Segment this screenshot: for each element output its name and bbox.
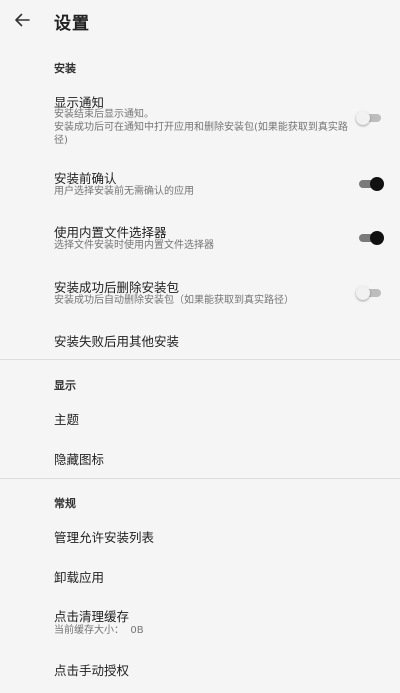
setting-theme[interactable]: 主题 [0, 400, 400, 434]
section-divider [0, 359, 400, 360]
setting-title: 隐藏图标 [54, 452, 105, 467]
toggle-thumb [356, 111, 370, 125]
setting-title: 点击手动授权 [54, 663, 130, 678]
setting-hide-icon[interactable]: 隐藏图标 [0, 440, 400, 474]
section-divider [0, 478, 400, 479]
setting-show-notification[interactable]: 显示通知 安装结束后显示通知。 安装成功后可在通知中打开应用和删除安装包(如果能… [0, 86, 400, 152]
setting-manual-authorize[interactable]: 点击手动授权 [0, 652, 400, 686]
section-header-install: 安装 [54, 62, 76, 75]
delete-after-install-toggle[interactable] [356, 284, 386, 302]
setting-clear-cache[interactable]: 点击清理缓存 当前缓存大小： 0B [0, 600, 400, 644]
show-notification-toggle[interactable] [356, 109, 386, 127]
setting-confirm-before-install[interactable]: 安装前确认 用户选择安装前无需确认的应用 [0, 162, 400, 204]
section-header-general: 常规 [54, 497, 76, 510]
app-bar: 设置 [0, 0, 400, 42]
setting-summary: 选择文件安装时使用内置文件选择器 [54, 240, 214, 251]
setting-title: 管理允许安装列表 [54, 530, 155, 545]
setting-summary: 安装成功后自动删除安装包（如果能获取到真实路径） [54, 295, 294, 306]
setting-title: 主题 [54, 412, 80, 427]
toggle-thumb [370, 177, 384, 191]
section-header-display: 显示 [54, 379, 76, 392]
page-title: 设置 [54, 14, 90, 34]
setting-title: 安装失败后用其他安装 [54, 334, 180, 349]
setting-summary: 安装结束后显示通知。 安装成功后可在通知中打开应用和删除安装包(如果能获取到真实… [54, 109, 348, 146]
toggle-thumb [370, 231, 384, 245]
setting-uninstall[interactable]: 卸载应用 [0, 559, 400, 593]
cache-size-summary: 当前缓存大小： 0B [54, 625, 144, 636]
back-button[interactable] [10, 8, 34, 32]
setting-fallback-installer[interactable]: 安装失败后用其他安装 [0, 324, 400, 356]
setting-summary: 用户选择安装前无需确认的应用 [54, 186, 194, 197]
setting-title: 点击清理缓存 [54, 609, 130, 624]
builtin-file-picker-toggle[interactable] [356, 229, 386, 247]
toggle-thumb [356, 286, 370, 300]
setting-allowlist[interactable]: 管理允许安装列表 [0, 518, 400, 552]
setting-delete-after-install[interactable]: 安装成功后删除安装包 安装成功后自动删除安装包（如果能获取到真实路径） [0, 271, 400, 313]
setting-builtin-file-picker[interactable]: 使用内置文件选择器 选择文件安装时使用内置文件选择器 [0, 216, 400, 258]
arrow-back-icon [15, 13, 30, 27]
setting-title: 卸载应用 [54, 570, 105, 585]
confirm-before-install-toggle[interactable] [356, 175, 386, 193]
